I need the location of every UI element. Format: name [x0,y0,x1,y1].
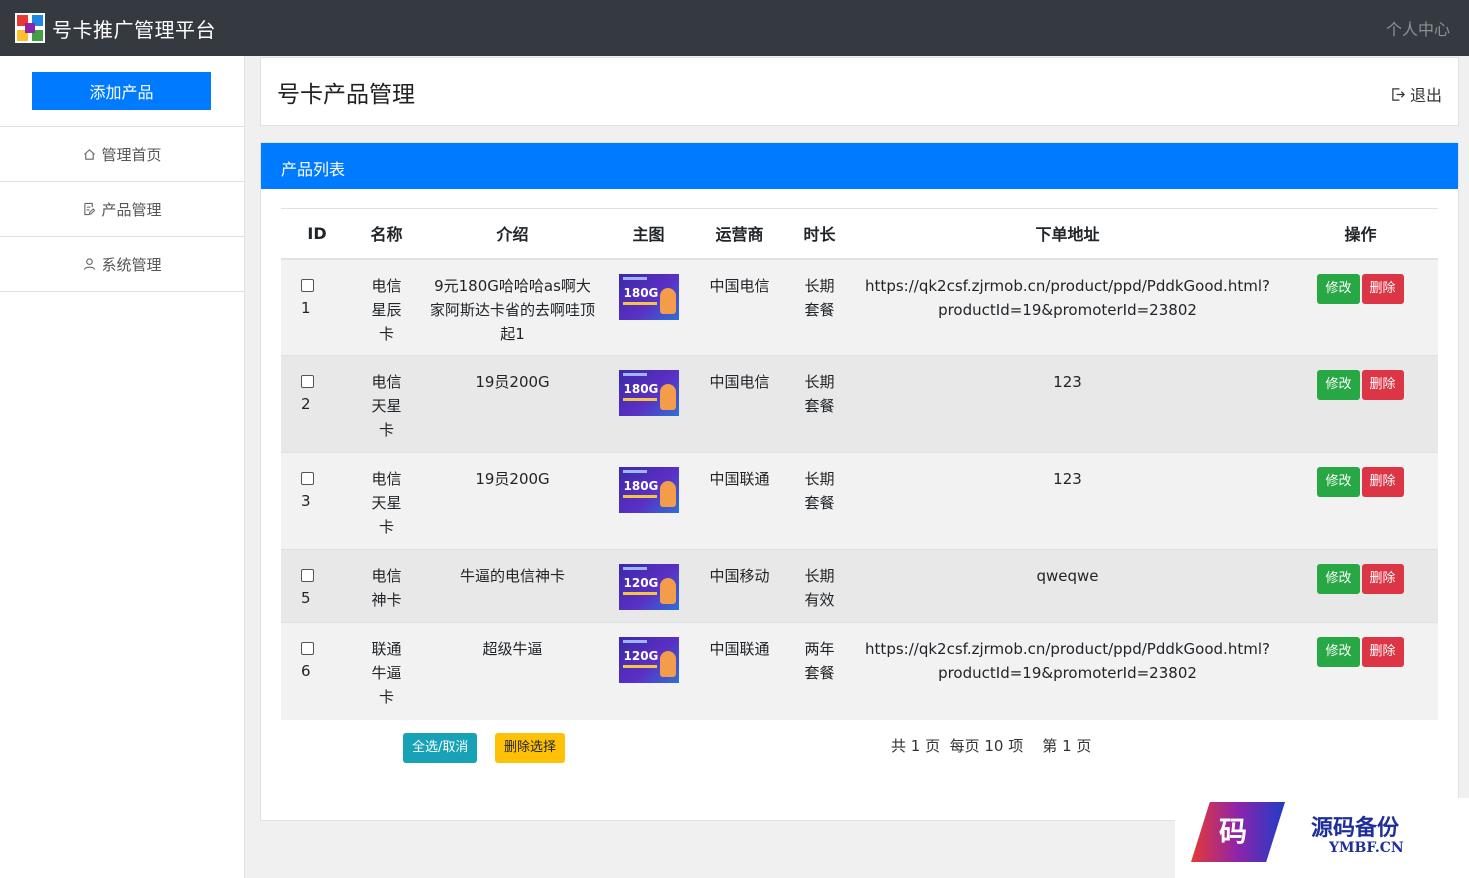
column-header-intro: 介绍 [420,208,605,260]
edit-button[interactable]: 修改 [1317,637,1360,667]
page-header-card: 号卡产品管理 退出 [260,57,1459,126]
delete-selected-button[interactable]: 删除选择 [495,733,566,763]
column-header-image: 主图 [605,208,692,260]
edit-button[interactable]: 修改 [1317,370,1360,400]
row-carrier: 中国电信 [692,355,787,453]
sidebar: 添加产品 管理首页 产品管理 系统管理 [0,56,245,878]
table-header-row: ID 名称 介绍 主图 运营商 时长 下单地址 操作 [281,208,1438,260]
row-duration: 两年套餐 [804,640,835,682]
logout-button[interactable]: 退出 [1391,82,1442,106]
edit-button[interactable]: 修改 [1317,467,1360,497]
column-header-order-url: 下单地址 [852,208,1283,260]
column-header-duration: 时长 [787,208,852,260]
delete-button[interactable]: 删除 [1361,564,1404,594]
table-row: 3 电信天星卡 19员200G 180G 中国联通 长期套餐 123 修改 删除 [281,452,1438,550]
sidebar-item-home[interactable]: 管理首页 [0,127,244,182]
row-order-url: 123 [1053,470,1082,488]
select-all-button[interactable]: 全选/取消 [403,733,478,763]
watermark-char: 码 [1219,815,1248,848]
row-duration: 长期套餐 [804,470,835,512]
row-id: 3 [301,492,311,510]
column-header-name: 名称 [353,208,420,260]
top-navbar: 号卡推广管理平台 个人中心 [0,0,1469,56]
sidebar-item-products[interactable]: 产品管理 [0,182,244,237]
column-header-actions: 操作 [1283,208,1438,260]
sidebar-item-system[interactable]: 系统管理 [0,237,244,292]
row-carrier: 中国联通 [692,452,787,550]
product-list-title: 产品列表 [261,143,1458,189]
watermark-logo: 码 源码备份 YMBF.CN [1175,798,1469,878]
product-thumbnail[interactable]: 180G [618,467,679,513]
document-icon [82,202,96,216]
row-intro: 超级牛逼 [482,640,543,658]
app-logo [15,13,45,43]
logout-label: 退出 [1409,86,1442,105]
column-header-carrier: 运营商 [692,208,787,260]
table-row: 5 电信神卡 牛逼的电信神卡 120G 中国移动 长期有效 qweqwe 修改删… [281,549,1438,623]
row-order-url: qweqwe [1036,567,1099,585]
row-duration: 长期套餐 [804,373,835,415]
edit-button[interactable]: 修改 [1317,564,1360,594]
home-icon [82,147,96,161]
column-header-id: ID [281,208,353,260]
row-name: 电信天星卡 [371,470,402,536]
row-carrier: 中国电信 [692,258,787,356]
row-order-url: https://qk2csf.zjrmob.cn/product/ppd/Pdd… [865,276,1270,319]
table-row: 6 联通牛逼卡 超级牛逼 120G 中国联通 两年套餐 https://qk2c… [281,622,1438,720]
row-intro: 19员200G [475,470,550,488]
product-thumbnail[interactable]: 180G [618,273,679,320]
row-checkbox[interactable] [301,642,314,655]
watermark-url: YMBF.CN [1329,840,1404,856]
sidebar-item-label: 产品管理 [101,200,162,219]
product-thumbnail[interactable]: 120G [618,637,679,683]
personal-center-link[interactable]: 个人中心 [1386,16,1450,40]
row-duration: 长期有效 [804,567,835,609]
product-list-card: 产品列表 ID 名称 介绍 主图 运营商 时长 下单地址 操作 1 电信星辰卡 … [260,142,1459,821]
edit-button[interactable]: 修改 [1317,273,1360,304]
delete-button[interactable]: 删除 [1361,273,1404,304]
row-carrier: 中国移动 [692,549,787,623]
row-checkbox[interactable] [301,569,314,582]
row-checkbox[interactable] [301,472,314,485]
sidebar-item-label: 管理首页 [101,145,162,164]
row-id: 2 [301,395,311,413]
pagination-info: 共 1 页 每页 10 项 第 1 页 [891,737,1092,755]
page-title: 号卡产品管理 [277,82,415,108]
product-table: ID 名称 介绍 主图 运营商 时长 下单地址 操作 1 电信星辰卡 9元180… [281,208,1438,720]
row-duration: 长期套餐 [804,276,835,319]
product-thumbnail[interactable]: 180G [618,370,679,416]
table-row: 2 电信天星卡 19员200G 180G 中国电信 长期套餐 123 修改 删除 [281,355,1438,453]
row-checkbox[interactable] [301,278,314,292]
row-name: 电信星辰卡 [371,276,402,343]
row-intro: 9元180G哈哈哈as啊大家阿斯达卡省的去啊哇顶起1 [430,276,596,343]
add-product-button[interactable]: 添加产品 [32,72,211,110]
delete-button[interactable]: 删除 [1361,467,1404,497]
row-order-url: https://qk2csf.zjrmob.cn/product/ppd/Pdd… [865,640,1270,682]
row-name: 联通牛逼卡 [371,640,402,706]
row-id: 5 [301,589,311,607]
row-id: 6 [301,662,311,680]
watermark-name: 源码备份 [1311,816,1400,841]
delete-button[interactable]: 删除 [1361,370,1404,400]
row-intro: 牛逼的电信神卡 [459,567,565,585]
row-carrier: 中国联通 [692,622,787,720]
row-id: 1 [301,298,311,317]
app-title[interactable]: 号卡推广管理平台 [52,14,216,43]
logout-icon [1392,87,1405,101]
sidebar-item-label: 系统管理 [101,255,162,274]
delete-button[interactable]: 删除 [1361,637,1404,667]
row-order-url: 123 [1053,373,1082,391]
row-name: 电信天星卡 [371,373,402,439]
row-checkbox[interactable] [301,375,314,388]
product-thumbnail[interactable]: 120G [618,564,679,610]
row-name: 电信神卡 [371,567,402,609]
user-icon [82,257,96,271]
row-intro: 19员200G [475,373,550,391]
table-row: 1 电信星辰卡 9元180G哈哈哈as啊大家阿斯达卡省的去啊哇顶起1 180G … [281,258,1438,356]
